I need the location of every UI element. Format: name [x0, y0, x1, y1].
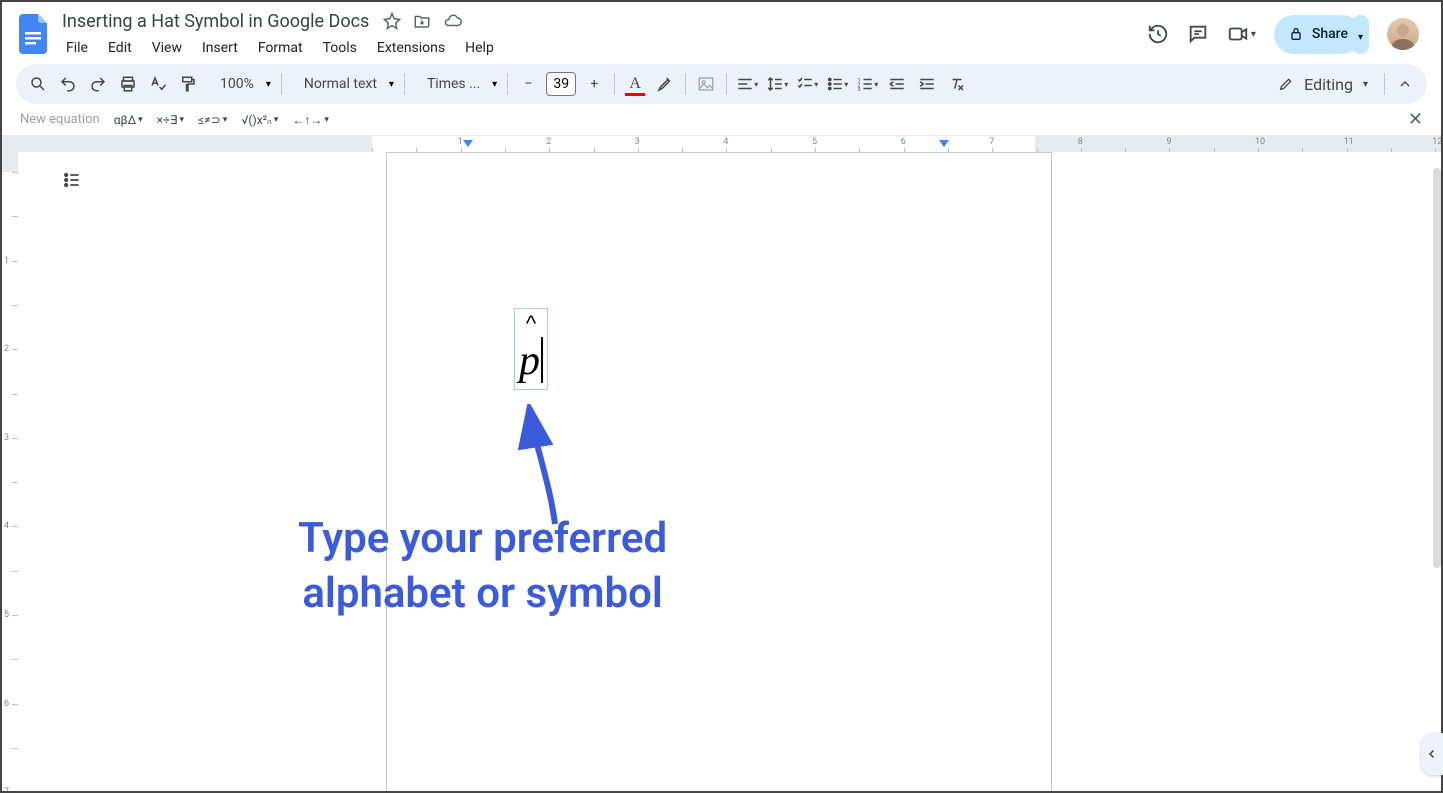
redo-icon[interactable] [84, 70, 112, 98]
close-equation-icon[interactable]: ✕ [1408, 109, 1423, 130]
doc-title[interactable]: Inserting a Hat Symbol in Google Docs [58, 9, 373, 34]
meet-icon[interactable]: ▾ [1227, 23, 1256, 45]
comments-icon[interactable] [1187, 23, 1209, 45]
font-size-input[interactable] [546, 72, 576, 96]
menu-tools[interactable]: Tools [315, 36, 365, 60]
star-icon[interactable] [383, 12, 401, 30]
font-dropdown[interactable]: Times ...▾ [411, 76, 501, 92]
arrows-dropdown[interactable]: ←↑→ ▾ [292, 113, 329, 127]
share-button[interactable]: Share [1274, 15, 1362, 54]
editing-mode-dropdown[interactable]: Editing ▾ [1268, 75, 1378, 94]
menu-help[interactable]: Help [457, 36, 502, 60]
equation-box[interactable]: ^ p [514, 308, 548, 390]
avatar[interactable] [1387, 18, 1419, 50]
text-cursor [541, 337, 543, 383]
menu-insert[interactable]: Insert [194, 36, 246, 60]
decrease-font-icon[interactable]: − [514, 70, 542, 98]
toolbar: 100%▾ Normal text▾ Times ...▾ − + A ▾ ▾ … [16, 64, 1427, 104]
operators-dropdown[interactable]: ×÷∃ ▾ [157, 113, 184, 127]
docs-logo-icon[interactable] [14, 14, 54, 54]
share-label: Share [1312, 26, 1348, 42]
relations-dropdown[interactable]: ≤≠⊃ ▾ [198, 113, 227, 127]
document-canvas[interactable]: ^ p Type your preferred alphabet or symb… [18, 152, 1441, 791]
vertical-scrollbar[interactable] [1433, 168, 1441, 568]
page[interactable]: ^ p [386, 152, 1052, 791]
show-side-panel-icon[interactable] [1421, 733, 1443, 775]
equation-letter: p [519, 337, 540, 385]
menu-view[interactable]: View [144, 36, 190, 60]
checklist-icon[interactable]: ▾ [793, 70, 821, 98]
greek-letters-dropdown[interactable]: αβΔ ▾ [114, 113, 143, 127]
cloud-icon[interactable] [443, 12, 463, 30]
equation-toolbar: New equation αβΔ ▾ ×÷∃ ▾ ≤≠⊃ ▾ √()x²ₙ ▾ … [2, 104, 1441, 136]
numbered-list-icon[interactable]: 123▾ [853, 70, 881, 98]
annotation-text: Type your preferred alphabet or symbol [298, 512, 667, 621]
line-spacing-icon[interactable]: ▾ [763, 70, 791, 98]
align-icon[interactable]: ▾ [733, 70, 761, 98]
print-icon[interactable] [114, 70, 142, 98]
right-indent-marker[interactable] [938, 140, 950, 152]
horizontal-ruler[interactable]: 123456789101112 [2, 136, 1441, 152]
increase-font-icon[interactable]: + [580, 70, 608, 98]
paragraph-style-dropdown[interactable]: Normal text▾ [288, 76, 398, 92]
undo-icon[interactable] [54, 70, 82, 98]
paint-format-icon[interactable] [174, 70, 202, 98]
zoom-dropdown[interactable]: 100%▾ [204, 76, 275, 92]
vertical-ruler[interactable]: 12345678910111213 [2, 152, 18, 791]
left-indent-marker[interactable] [462, 140, 474, 152]
menu-bar: File Edit View Insert Format Tools Exten… [58, 36, 1147, 60]
menu-file[interactable]: File [58, 36, 96, 60]
bulleted-list-icon[interactable]: ▾ [823, 70, 851, 98]
move-icon[interactable] [413, 12, 431, 30]
hat-symbol: ^ [515, 311, 547, 337]
history-icon[interactable] [1147, 23, 1169, 45]
text-color-icon[interactable]: A [621, 70, 649, 98]
increase-indent-icon[interactable] [913, 70, 941, 98]
clear-formatting-icon[interactable] [943, 70, 971, 98]
menu-edit[interactable]: Edit [100, 36, 140, 60]
highlight-icon[interactable] [651, 70, 679, 98]
search-menus-icon[interactable] [24, 70, 52, 98]
menu-format[interactable]: Format [250, 36, 311, 60]
svg-text:3: 3 [858, 87, 861, 93]
new-equation-label[interactable]: New equation [20, 112, 100, 127]
decrease-indent-icon[interactable] [883, 70, 911, 98]
menu-extensions[interactable]: Extensions [369, 36, 453, 60]
outline-icon[interactable] [62, 170, 82, 190]
math-ops-dropdown[interactable]: √()x²ₙ ▾ [241, 113, 278, 127]
share-dropdown[interactable]: ▾ [1352, 15, 1369, 54]
insert-image-icon[interactable] [692, 70, 720, 98]
collapse-toolbar-icon[interactable] [1391, 70, 1419, 98]
spellcheck-icon[interactable] [144, 70, 172, 98]
titlebar: Inserting a Hat Symbol in Google Docs Fi… [2, 2, 1441, 58]
